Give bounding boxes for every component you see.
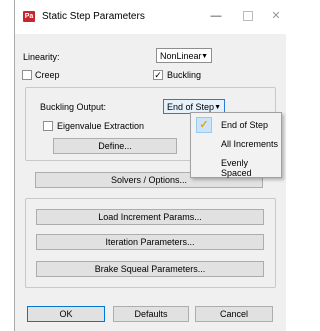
buckling-output-value: End of Step [167,102,215,112]
brake-squeal-parameters-button[interactable]: Brake Squeal Parameters... [36,261,264,277]
close-button[interactable]: ✕ [265,8,287,24]
linearity-value: NonLinear [160,51,202,61]
defaults-button[interactable]: Defaults [113,306,189,322]
linearity-label: Linearity: [23,52,60,62]
linearity-select[interactable]: NonLinear ▼ [156,48,212,63]
title-bar: Pa Static Step Parameters — ✕ [15,0,286,34]
ok-button[interactable]: OK [27,306,105,322]
creep-checkbox[interactable] [22,70,32,80]
option-label: All Increments [221,139,279,149]
dropdown-option-end-of-step[interactable]: ✓ End of Step [191,116,281,134]
chevron-down-icon: ▼ [201,53,208,60]
buckling-output-dropdown: ✓ End of Step All Increments Evenly Spac… [190,112,282,178]
check-icon: ✓ [196,117,212,133]
buckling-output-label: Buckling Output: [40,102,107,112]
minimize-button[interactable]: — [205,8,227,24]
cancel-button[interactable]: Cancel [195,306,273,322]
maximize-button[interactable] [237,8,259,24]
load-increment-params-button[interactable]: Load Increment Params... [36,209,264,225]
iteration-parameters-button[interactable]: Iteration Parameters... [36,234,264,250]
parameters-group: Load Increment Params... Iteration Param… [25,198,276,288]
option-label: Evenly Spaced [221,158,252,178]
dropdown-option-all-increments[interactable]: All Increments [191,135,281,153]
buckling-label: Buckling [167,70,202,80]
window-title: Static Step Parameters [42,11,145,22]
maximize-icon [243,11,253,22]
buckling-checkbox[interactable]: ✓ [153,70,163,80]
app-icon: Pa [23,11,35,22]
creep-label: Creep [35,70,60,80]
eigenvalue-label: Eigenvalue Extraction [57,121,145,131]
dropdown-option-evenly-spaced[interactable]: Evenly Spaced [191,154,281,178]
option-label: End of Step [221,120,269,130]
define-button[interactable]: Define... [53,138,177,154]
eigenvalue-checkbox[interactable] [43,121,53,131]
